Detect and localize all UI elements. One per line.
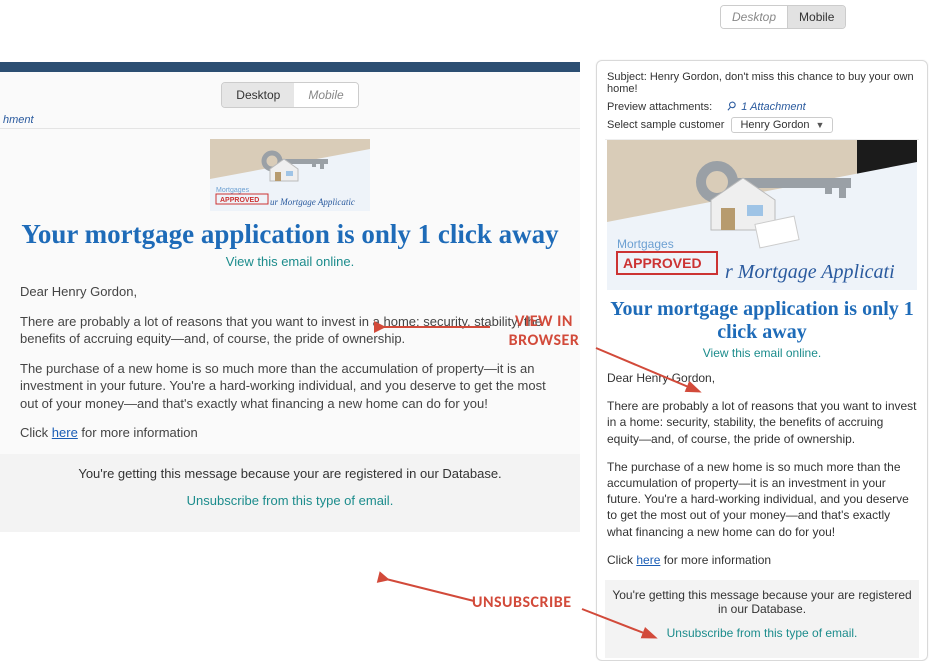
cta-pre: Click	[20, 425, 52, 440]
email-paragraph-2-mobile: The purchase of a new home is so much mo…	[607, 459, 917, 540]
email-cta-line: Click here for more information	[20, 424, 560, 442]
svg-text:ur Mortgage Applicatic: ur Mortgage Applicatic	[270, 197, 355, 207]
footer-registered-text: You're getting this message because your…	[10, 466, 570, 481]
sample-customer-label: Select sample customer	[607, 119, 724, 131]
mobile-tab[interactable]: Mobile	[294, 83, 357, 107]
cta-here-link-mobile[interactable]: here	[636, 553, 660, 567]
sample-customer-select[interactable]: Henry Gordon ▼	[731, 117, 833, 133]
svg-text:Mortgages: Mortgages	[617, 237, 674, 251]
arrow-to-view-online-left	[378, 318, 493, 339]
email-headline-mobile: Your mortgage application is only 1 clic…	[607, 298, 917, 344]
attachment-link[interactable]: 1 Attachment	[741, 101, 805, 113]
unsubscribe-link[interactable]: Unsubscribe from this type of email.	[10, 493, 570, 508]
svg-text:r Mortgage Applicati: r Mortgage Applicati	[725, 261, 895, 283]
hero-image: Mortgages APPROVED ur Mortgage Applicati…	[210, 139, 370, 211]
subject-label: Subject:	[607, 71, 647, 83]
email-headline: Your mortgage application is only 1 clic…	[20, 219, 560, 250]
cta-here-link[interactable]: here	[52, 425, 78, 440]
sample-customer-row: Select sample customer Henry Gordon ▼	[605, 115, 919, 135]
annotation-view-in-browser: VIEW IN BROWSER	[494, 312, 594, 350]
email-paragraph-1-mobile: There are probably a lot of reasons that…	[607, 398, 917, 447]
svg-text:Mortgages: Mortgages	[216, 187, 250, 194]
arrow-to-unsubscribe-left	[382, 576, 477, 607]
svg-text:APPROVED: APPROVED	[220, 197, 259, 204]
desktop-view-toggle[interactable]: Desktop Mobile	[221, 82, 358, 108]
selected-customer: Henry Gordon	[740, 119, 809, 131]
paperclip-icon: ⚲	[724, 98, 740, 114]
hero-image-mobile: Mortgages APPROVED r Mortgage Applicati	[607, 140, 917, 290]
subject-row: Subject: Henry Gordon, don't miss this c…	[605, 69, 919, 97]
global-view-toggle[interactable]: Desktop Mobile	[720, 5, 846, 29]
global-desktop-tab[interactable]: Desktop	[721, 6, 787, 28]
arrow-to-view-online-right	[594, 346, 704, 399]
cta-post-mobile: for more information	[660, 553, 771, 567]
email-greeting: Dear Henry Gordon,	[20, 283, 560, 301]
attachment-fragment-label: hment	[0, 108, 580, 129]
desktop-preview-panel: Desktop Mobile hment Mortgages APPROVED …	[0, 62, 580, 532]
attachments-row: Preview attachments: ⚲ 1 Attachment	[605, 97, 919, 115]
global-mobile-tab[interactable]: Mobile	[787, 6, 845, 28]
chevron-down-icon: ▼	[810, 120, 831, 130]
cta-post: for more information	[78, 425, 198, 440]
annotation-view-line2: BROWSER	[509, 331, 580, 350]
view-online-link[interactable]: View this email online.	[20, 254, 560, 269]
annotation-view-line1: VIEW IN	[515, 312, 573, 331]
annotation-unsubscribe: UNSUBSCRIBE	[472, 593, 572, 612]
preview-attachments-label: Preview attachments:	[607, 101, 712, 113]
email-cta-line-mobile: Click here for more information	[607, 552, 917, 568]
email-paragraph-2: The purchase of a new home is so much mo…	[20, 360, 560, 413]
desktop-tab[interactable]: Desktop	[222, 83, 294, 107]
svg-text:APPROVED: APPROVED	[623, 255, 702, 271]
cta-pre-mobile: Click	[607, 553, 636, 567]
subject-value: Henry Gordon, don't miss this chance to …	[607, 71, 914, 95]
arrow-to-unsubscribe-right	[580, 607, 660, 644]
